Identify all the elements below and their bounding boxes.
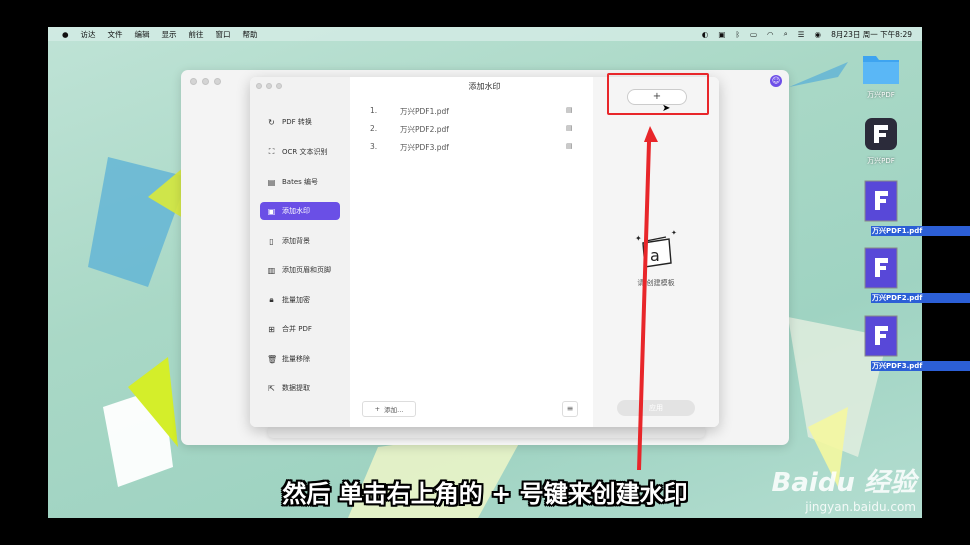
refresh-icon: ↻ xyxy=(268,117,275,127)
sidebar-item-ocr[interactable]: ⛶ OCR 文本识别 xyxy=(260,143,340,161)
sidebar-item-label: Bates 编号 xyxy=(282,178,319,186)
sidebar-item-label: 添加背景 xyxy=(282,237,310,245)
file-settings-icon[interactable]: ▤ xyxy=(566,124,576,135)
folder-icon xyxy=(863,56,899,84)
sidebar-item-pdf-convert[interactable]: ↻ PDF 转换 xyxy=(260,113,340,131)
scan-icon: ⛶ xyxy=(268,147,275,156)
input-method-icon[interactable]: ▣ xyxy=(718,30,725,39)
list-item[interactable]: 3. 万兴PDF3.pdf ▤ xyxy=(370,142,576,153)
sidebar-item-label: 数据提取 xyxy=(282,384,310,392)
zoom-window-button[interactable] xyxy=(214,78,221,85)
menu-view[interactable]: 显示 xyxy=(162,29,177,40)
sidebar-item-merge[interactable]: ⊞ 合并 PDF xyxy=(260,320,340,338)
sidebar-item-remove[interactable]: 🗑︎ 批量移除 xyxy=(260,350,340,368)
list-item[interactable]: 2. 万兴PDF2.pdf ▤ xyxy=(370,124,576,135)
empty-template-icon: a ✦ ✦ xyxy=(635,229,677,268)
pdf-file-icon xyxy=(864,180,898,222)
desktop-file-1[interactable]: 万兴PDF1.pdf xyxy=(851,180,970,236)
menubar-clock[interactable]: 8月23日 周一 下午8:29 xyxy=(831,29,912,40)
menu-go[interactable]: 前往 xyxy=(189,29,204,40)
minimize-window-button[interactable] xyxy=(202,78,209,85)
spotlight-icon[interactable]: ⌕ xyxy=(784,29,788,39)
pdf-file-icon xyxy=(864,315,898,357)
siri-icon[interactable]: ◉ xyxy=(815,30,822,39)
merge-icon: ⊞ xyxy=(268,324,275,334)
extract-icon: ⇱ xyxy=(268,383,275,393)
sidebar-item-encrypt[interactable]: 🔒︎ 批量加密 xyxy=(260,291,340,309)
menu-help[interactable]: 帮助 xyxy=(243,29,258,40)
sidebar-item-label: 批量加密 xyxy=(282,296,310,304)
baidu-watermark: Baidu 经验 xyxy=(771,468,916,498)
svg-text:a: a xyxy=(650,246,660,265)
desktop-file-2[interactable]: 万兴PDF2.pdf xyxy=(851,247,970,303)
desktop-file-3[interactable]: 万兴PDF3.pdf xyxy=(851,315,970,371)
close-window-button[interactable] xyxy=(190,78,197,85)
bates-icon: ▤ xyxy=(267,177,276,187)
apple-icon[interactable]: ● xyxy=(62,30,69,39)
file-settings-icon[interactable]: ▤ xyxy=(566,142,576,153)
menu-file[interactable]: 文件 xyxy=(108,29,123,40)
baidu-watermark-url: jingyan.baidu.com xyxy=(805,500,916,514)
control-center-icon[interactable]: ☰ xyxy=(798,30,805,39)
user-avatar-icon[interactable]: ☺ xyxy=(770,75,782,87)
menu-window[interactable]: 窗口 xyxy=(216,29,231,40)
sidebar-item-label: 批量移除 xyxy=(282,355,310,363)
sidebar-item-label: OCR 文本识别 xyxy=(282,148,328,156)
menu-bar: ● 访达 文件 编辑 显示 前往 窗口 帮助 ◐ ▣ ᛒ ▭ ◠ ⌕ ☰ ◉ 8… xyxy=(48,27,922,41)
sidebar-item-label: PDF 转换 xyxy=(282,118,312,126)
dialog-shadow-layer xyxy=(268,426,705,438)
header-footer-icon: ▥ xyxy=(267,265,276,275)
watermark-icon: ▣ xyxy=(267,206,276,216)
sidebar-item-background[interactable]: ▯ 添加背景 xyxy=(260,232,340,250)
dialog-minimize-button[interactable] xyxy=(266,83,272,89)
desktop-folder[interactable]: 万兴PDF xyxy=(851,50,911,100)
svg-text:✦: ✦ xyxy=(671,229,677,237)
lock-icon: 🔒︎ xyxy=(269,295,274,304)
desktop-app[interactable]: 万兴PDF xyxy=(851,116,911,166)
bluetooth-icon[interactable]: ᛒ xyxy=(735,30,740,39)
sidebar-item-watermark[interactable]: ▣ 添加水印 xyxy=(260,202,340,220)
file-settings-icon[interactable]: ▤ xyxy=(566,106,576,117)
tool-sidebar: ↻ PDF 转换 ⛶ OCR 文本识别 ▤ Bates 编号 ▣ 添加水印 ▯ … xyxy=(250,77,350,427)
battery-icon[interactable]: ▭ xyxy=(750,30,757,39)
menu-finder[interactable]: 访达 xyxy=(81,29,96,40)
add-watermark-dialog: ↻ PDF 转换 ⛶ OCR 文本识别 ▤ Bates 编号 ▣ 添加水印 ▯ … xyxy=(250,77,719,427)
wifi-icon[interactable]: ◠ xyxy=(767,30,774,39)
list-menu-button[interactable]: ≡ xyxy=(562,401,578,417)
sidebar-item-header-footer[interactable]: ▥ 添加页眉和页脚 xyxy=(260,261,340,279)
trash-icon: 🗑︎ xyxy=(267,354,278,364)
app-icon xyxy=(865,118,897,150)
sidebar-item-extract[interactable]: ⇱ 数据提取 xyxy=(260,379,340,397)
plus-icon: + xyxy=(374,405,381,413)
dialog-zoom-button[interactable] xyxy=(276,83,282,89)
pdf-file-icon xyxy=(864,247,898,289)
highlight-box xyxy=(607,73,709,115)
apply-button[interactable]: 应用 xyxy=(617,400,695,416)
template-panel: + a ✦ ✦ 请 创建模板 应用 ➤ xyxy=(593,77,719,427)
background-icon: ▯ xyxy=(269,236,274,246)
add-files-button[interactable]: + 添加... xyxy=(362,401,416,417)
dialog-close-button[interactable] xyxy=(256,83,262,89)
empty-state-text: 请 创建模板 xyxy=(637,279,675,287)
menu-edit[interactable]: 编辑 xyxy=(135,29,150,40)
status-app-icon[interactable]: ◐ xyxy=(702,30,709,39)
file-list: 1. 万兴PDF1.pdf ▤ 2. 万兴PDF2.pdf ▤ 3. 万兴PDF… xyxy=(350,77,593,427)
hamburger-icon: ≡ xyxy=(566,404,574,413)
sidebar-item-bates[interactable]: ▤ Bates 编号 xyxy=(260,173,340,191)
svg-text:✦: ✦ xyxy=(635,234,642,243)
sidebar-item-label: 添加水印 xyxy=(282,207,310,215)
list-item[interactable]: 1. 万兴PDF1.pdf ▤ xyxy=(370,106,576,117)
sidebar-item-label: 合并 PDF xyxy=(282,325,312,333)
sidebar-item-label: 添加页眉和页脚 xyxy=(282,266,331,274)
